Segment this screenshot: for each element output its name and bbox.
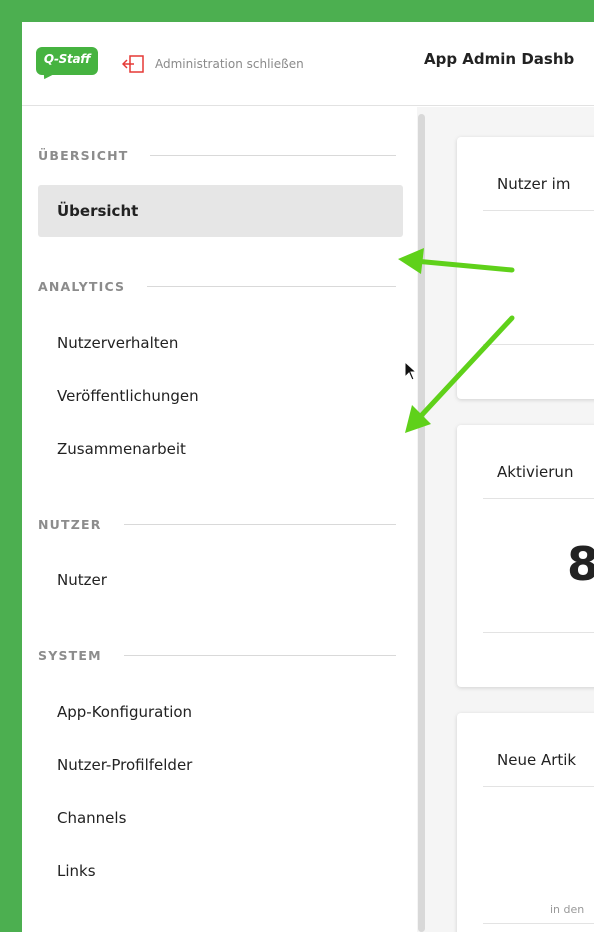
card-title: Nutzer im (497, 175, 571, 193)
mouse-cursor-icon (404, 361, 418, 381)
q-staff-logo[interactable]: Q-Staff (36, 47, 98, 83)
sidebar-item-channels[interactable]: Channels (38, 792, 403, 844)
section-divider (147, 285, 396, 287)
sidebar-item-nutzer[interactable]: Nutzer (38, 554, 403, 606)
sidebar-item-nutzerverhalten[interactable]: Nutzerverhalten (38, 317, 403, 369)
exit-icon (122, 55, 144, 73)
app-window: Q-Staff Administration schließen App Adm… (22, 22, 594, 932)
sidebar-item-veroeffentlichungen[interactable]: Veröffentlichungen (38, 370, 403, 422)
section-title: ÜBERSICHT (38, 147, 129, 163)
sidebar-nav: ÜBERSICHT Übersicht ANALYTICS Nutzerverh… (22, 107, 417, 932)
sidebar-item-zusammenarbeit[interactable]: Zusammenarbeit (38, 423, 403, 475)
top-header: Q-Staff Administration schließen App Adm… (22, 22, 594, 106)
logo-text: Q-Staff (43, 52, 91, 66)
sidebar-scrollbar-thumb[interactable] (418, 114, 425, 932)
card-divider (483, 210, 594, 211)
card-title: Aktivierun (497, 463, 574, 481)
card-nutzer: Nutzer im (457, 137, 594, 399)
close-administration-button[interactable]: Administration schließen (122, 53, 304, 75)
card-value: 8 (567, 537, 594, 591)
card-divider (483, 923, 594, 924)
section-divider (123, 654, 396, 656)
section-divider (150, 154, 396, 156)
section-header-nutzer: NUTZER (38, 514, 396, 534)
page-title: App Admin Dashb (424, 50, 575, 68)
sidebar-item-app-konfiguration[interactable]: App-Konfiguration (38, 686, 403, 738)
section-title: NUTZER (38, 516, 102, 532)
card-aktivierung: Aktivierun 8 (457, 425, 594, 687)
card-footer-text: in den (550, 903, 585, 916)
close-administration-label: Administration schließen (155, 57, 304, 71)
card-neue-artikel: Neue Artik in den (457, 713, 594, 932)
card-divider (483, 786, 594, 787)
sidebar-item-links[interactable]: Links (38, 845, 403, 897)
section-header-uebersicht: ÜBERSICHT (38, 145, 396, 165)
section-title: SYSTEM (38, 647, 102, 663)
section-header-analytics: ANALYTICS (38, 276, 396, 296)
section-divider (123, 523, 396, 525)
card-divider (483, 632, 594, 633)
section-title: ANALYTICS (38, 278, 126, 294)
card-divider (483, 344, 594, 345)
card-title: Neue Artik (497, 751, 577, 769)
dashboard-main: Nutzer im Aktivierun 8 Neue Artik in den (425, 107, 594, 932)
section-header-system: SYSTEM (38, 645, 396, 665)
card-divider (483, 498, 594, 499)
sidebar-item-uebersicht[interactable]: Übersicht (38, 185, 403, 237)
sidebar-item-nutzer-profilfelder[interactable]: Nutzer-Profilfelder (38, 739, 403, 791)
